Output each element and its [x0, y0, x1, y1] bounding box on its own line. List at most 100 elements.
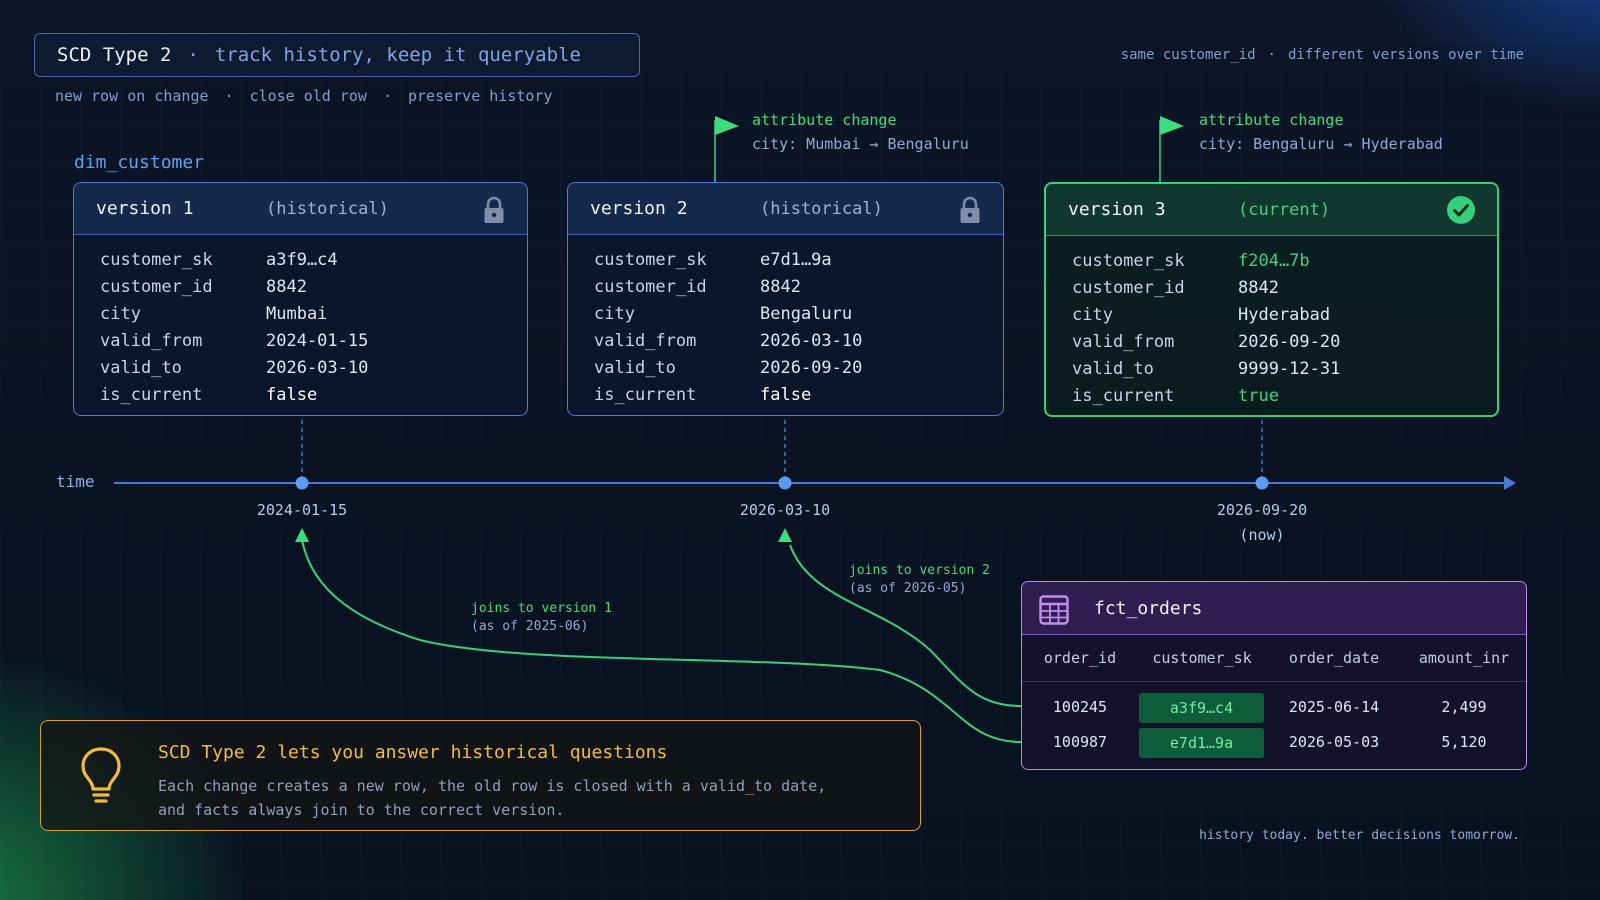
fact-table-title: fct_orders — [1094, 598, 1203, 619]
timeline-arrowhead — [1504, 476, 1516, 490]
field-row: valid_from 2024-01-15 — [100, 328, 527, 355]
field-value: false — [266, 385, 318, 405]
note-item: different versions over time — [1287, 47, 1524, 63]
fact-table-header: fct_orders — [1022, 582, 1526, 635]
field-key: valid_from — [1072, 332, 1175, 352]
dim-table-label: dim_customer — [74, 152, 205, 173]
field-key: valid_to — [100, 358, 182, 378]
field-row: valid_to 9999-12-31 — [1072, 356, 1497, 383]
column-header: customer_sk — [1152, 649, 1252, 667]
join-text: joins to version 2 — [849, 563, 990, 578]
timeline-now-label: (now) — [1239, 526, 1285, 544]
field-key: valid_to — [594, 358, 676, 378]
change-annotation-2: attribute change city: Bengaluru → Hyder… — [1199, 108, 1443, 156]
field-key: customer_sk — [594, 250, 707, 270]
field-row: city Hyderabad — [1072, 302, 1497, 329]
table-cell: 2,499 — [1441, 698, 1487, 716]
field-row: valid_from 2026-03-10 — [594, 328, 1003, 355]
field-row: is_current false — [100, 382, 527, 409]
field-value: false — [760, 385, 812, 405]
subtitle-separator: · — [224, 87, 234, 105]
field-value: 2026-03-10 — [266, 358, 369, 378]
timeline-dot-1 — [295, 476, 309, 490]
field-value: 9999-12-31 — [1238, 359, 1341, 379]
field-row: is_current false — [594, 382, 1003, 409]
table-cell: 2026-05-03 — [1288, 733, 1380, 751]
table-cell: 5,120 — [1441, 733, 1487, 751]
timeline-label: time — [56, 472, 95, 491]
note-item: same customer_id — [1120, 47, 1256, 63]
field-value: 2026-09-20 — [1238, 332, 1341, 352]
field-value: 2026-09-20 — [760, 358, 863, 378]
timeline-date-2: 2026-03-10 — [739, 501, 831, 519]
version-card-1: version 1 (historical) customer_sk a3f9…c… — [73, 182, 528, 416]
field-row: is_current true — [1072, 383, 1497, 410]
field-row: valid_to 2026-09-20 — [594, 355, 1003, 382]
field-value: f204…7b — [1238, 251, 1310, 271]
table-cell: 2025-06-14 — [1288, 698, 1380, 716]
column-header: order_id — [1043, 649, 1117, 667]
title-box: SCD Type 2 · track history, keep it quer… — [34, 33, 640, 77]
table-row: 100245 a3f9…c4 2025-06-14 2,499 — [1022, 690, 1526, 725]
change-title: attribute change — [1199, 111, 1344, 129]
version-state: (historical) — [266, 198, 389, 219]
field-key: customer_id — [100, 277, 213, 297]
subtitle-item: close old row — [249, 87, 367, 105]
field-key: valid_to — [1072, 359, 1154, 379]
callout-box: SCD Type 2 lets you answer historical qu… — [40, 720, 921, 831]
change-detail: city: Bengaluru → Hyderabad — [1199, 135, 1443, 153]
callout-title: SCD Type 2 lets you answer historical qu… — [158, 742, 668, 763]
field-value: 2024-01-15 — [266, 331, 369, 351]
column-header: order_date — [1288, 649, 1380, 667]
subtitle-separator: · — [382, 87, 392, 105]
join-label-2: joins to version 2 (as of 2026-05) — [849, 562, 990, 598]
field-value: a3f9…c4 — [266, 250, 338, 270]
field-value: 8842 — [1238, 278, 1279, 298]
version-header: version 2 (historical) — [568, 183, 1003, 235]
title-separator: · — [187, 44, 199, 66]
footer-tagline: history today. better decisions tomorrow… — [1199, 828, 1520, 843]
table-row: 100987 e7d1…9a 2026-05-03 5,120 — [1022, 725, 1526, 760]
field-key: is_current — [594, 385, 697, 405]
field-key: valid_from — [594, 331, 697, 351]
join-text: joins to version 1 — [471, 601, 612, 616]
field-row: customer_id 8842 — [1072, 275, 1497, 302]
join-asof: (as of 2025-06) — [471, 619, 589, 634]
timeline-date-1: 2024-01-15 — [256, 501, 348, 519]
field-row: customer_sk a3f9…c4 — [100, 247, 527, 274]
table-cell: 100987 — [1052, 733, 1108, 751]
field-row: customer_id 8842 — [594, 274, 1003, 301]
column-header: amount_inr — [1418, 649, 1510, 667]
top-right-note: same customer_id · different versions over… — [1000, 47, 1524, 63]
arrowhead-icon — [295, 528, 309, 542]
flag-icon — [1160, 116, 1184, 135]
field-key: customer_sk — [100, 250, 213, 270]
field-row: city Bengaluru — [594, 301, 1003, 328]
lightbulb-icon — [77, 745, 125, 809]
field-value: true — [1238, 386, 1279, 406]
field-value: 2026-03-10 — [760, 331, 863, 351]
flag-icon — [715, 116, 739, 135]
version-fields: customer_sk a3f9…c4 customer_id 8842 city M… — [74, 235, 527, 409]
timeline-dot-3 — [1255, 476, 1269, 490]
callout-line: and facts always join to the correct ver… — [158, 801, 565, 819]
join-label-1: joins to version 1 (as of 2025-06) — [471, 600, 612, 636]
field-row: customer_sk e7d1…9a — [594, 247, 1003, 274]
field-key: is_current — [100, 385, 203, 405]
arrowhead-icon — [778, 528, 792, 542]
page-tagline: track history, keep it queryable — [214, 44, 581, 66]
page-title: SCD Type 2 — [57, 44, 172, 66]
version-name: version 3 — [1068, 199, 1166, 220]
callout-body: Each change creates a new row, the old r… — [158, 774, 826, 822]
field-value: Hyderabad — [1238, 305, 1331, 325]
field-value: 8842 — [760, 277, 801, 297]
timeline-dot-2 — [778, 476, 792, 490]
callout-line: Each change creates a new row, the old r… — [158, 777, 827, 795]
version-state: (historical) — [760, 198, 883, 219]
field-row: city Mumbai — [100, 301, 527, 328]
check-circle-icon — [1447, 196, 1475, 228]
fact-table-card: fct_orders order_id customer_sk order_da… — [1021, 581, 1527, 770]
field-row: valid_from 2026-09-20 — [1072, 329, 1497, 356]
field-key: is_current — [1072, 386, 1175, 406]
field-row: customer_sk f204…7b — [1072, 248, 1497, 275]
